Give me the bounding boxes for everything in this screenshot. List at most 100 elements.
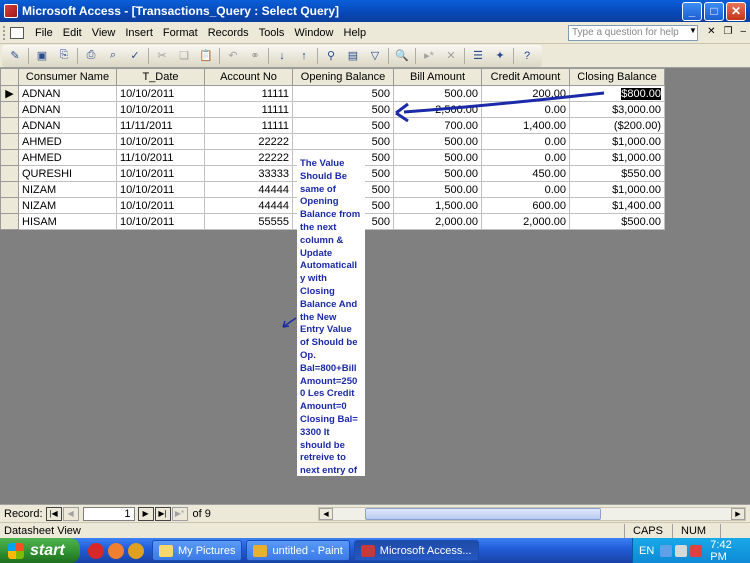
filter-by-form-icon[interactable]: ▤ (345, 48, 361, 64)
cell-closing-balance[interactable]: $800.00 (569, 85, 665, 102)
browser-icon[interactable] (128, 542, 144, 559)
menubar-grip[interactable] (3, 25, 7, 40)
column-header-opening-balance[interactable]: Opening Balance (292, 68, 394, 86)
cell-account-no[interactable]: 11111 (204, 117, 293, 134)
task-microsoft-access[interactable]: Microsoft Access... (353, 540, 479, 561)
cell-bill-amount[interactable]: 500.00 (393, 165, 482, 182)
menu-file[interactable]: File (30, 27, 58, 39)
cell-t-date[interactable]: 10/10/2011 (116, 85, 205, 102)
record-selector[interactable] (0, 165, 19, 182)
cell-consumer-name[interactable]: AHMED (18, 133, 117, 150)
cell-credit-amount[interactable]: 450.00 (481, 165, 570, 182)
cell-bill-amount[interactable]: 500.00 (393, 181, 482, 198)
cell-credit-amount[interactable]: 200.00 (481, 85, 570, 102)
cell-account-no[interactable]: 22222 (204, 149, 293, 166)
record-selector[interactable] (0, 149, 19, 166)
column-header-account-no[interactable]: Account No (204, 68, 293, 86)
find-icon[interactable]: 🔍 (394, 48, 410, 64)
menu-help[interactable]: Help (339, 27, 372, 39)
menu-view[interactable]: View (87, 27, 121, 39)
column-header-consumer-name[interactable]: Consumer Name (18, 68, 117, 86)
table-row[interactable]: ▶ ADNAN 10/10/2011 11111 500 500.00 200.00 $800… (0, 85, 665, 102)
horizontal-scrollbar[interactable]: ◀ ▶ (318, 507, 746, 521)
new-record-icon[interactable]: ▸* (421, 48, 437, 64)
print-preview-icon[interactable]: ⌕ (105, 48, 121, 64)
menu-tools[interactable]: Tools (254, 27, 290, 39)
cell-account-no[interactable]: 44444 (204, 181, 293, 198)
apply-filter-icon[interactable]: ▽ (367, 48, 383, 64)
export-icon[interactable]: ⎘ (56, 48, 72, 64)
volume-icon[interactable] (675, 544, 688, 557)
cell-account-no[interactable]: 44444 (204, 197, 293, 214)
cell-consumer-name[interactable]: NIZAM (18, 181, 117, 198)
menu-insert[interactable]: Insert (120, 27, 158, 39)
cell-closing-balance[interactable]: $1,400.00 (569, 197, 665, 214)
table-row[interactable]: ADNAN 11/11/2011 11111 500 700.00 1,400.00 ($2… (0, 117, 665, 134)
cell-credit-amount[interactable]: 2,000.00 (481, 213, 570, 230)
cell-bill-amount[interactable]: 500.00 (393, 149, 482, 166)
cell-account-no[interactable]: 22222 (204, 133, 293, 150)
cell-bill-amount[interactable]: 700.00 (393, 117, 482, 134)
column-header-bill-amount[interactable]: Bill Amount (393, 68, 482, 86)
record-selector[interactable] (0, 133, 19, 150)
cell-t-date[interactable]: 11/11/2011 (116, 117, 205, 134)
record-selector[interactable] (0, 213, 19, 230)
print-icon[interactable]: ⎙ (83, 48, 99, 64)
cell-closing-balance[interactable]: $3,000.00 (569, 101, 665, 118)
cell-bill-amount[interactable]: 500.00 (393, 85, 482, 102)
help-dropdown-icon[interactable]: ▼ (689, 26, 697, 35)
cell-t-date[interactable]: 11/10/2011 (116, 149, 205, 166)
cell-opening-balance[interactable]: 500 (292, 133, 394, 150)
sort-ascending-icon[interactable]: ↓ (274, 48, 290, 64)
last-record-button[interactable]: ▶| (154, 506, 171, 521)
start-button[interactable]: start (0, 538, 80, 563)
cell-closing-balance[interactable]: $1,000.00 (569, 181, 665, 198)
cell-consumer-name[interactable]: ADNAN (18, 101, 117, 118)
cell-t-date[interactable]: 10/10/2011 (116, 181, 205, 198)
record-selector[interactable] (0, 117, 19, 134)
opera-icon[interactable] (88, 542, 104, 559)
cell-bill-amount[interactable]: 500.00 (393, 133, 482, 150)
cell-opening-balance[interactable]: 500 (292, 117, 394, 134)
cell-account-no[interactable]: 11111 (204, 101, 293, 118)
cell-t-date[interactable]: 10/10/2011 (116, 165, 205, 182)
column-header-closing-balance[interactable]: Closing Balance (569, 68, 665, 86)
cell-t-date[interactable]: 10/10/2011 (116, 213, 205, 230)
cell-credit-amount[interactable]: 0.00 (481, 181, 570, 198)
cell-bill-amount[interactable]: 2,500.00 (393, 101, 482, 118)
mdi-close-icon[interactable]: ✕ (707, 26, 715, 37)
delete-record-icon[interactable]: ✕ (443, 48, 459, 64)
record-selector[interactable] (0, 197, 19, 214)
view-icon[interactable]: ✎ (7, 48, 23, 64)
mdi-minimize-icon[interactable]: – (740, 26, 746, 37)
cell-t-date[interactable]: 10/10/2011 (116, 197, 205, 214)
cell-t-date[interactable]: 10/10/2011 (116, 133, 205, 150)
media-player-icon[interactable] (108, 542, 124, 559)
sort-descending-icon[interactable]: ↑ (296, 48, 312, 64)
cell-account-no[interactable]: 55555 (204, 213, 293, 230)
clock[interactable]: 7:42 PM (710, 539, 750, 563)
cell-account-no[interactable]: 11111 (204, 85, 293, 102)
help-search-input[interactable]: Type a question for help (568, 25, 698, 41)
record-number-input[interactable]: 1 (82, 506, 135, 521)
menu-window[interactable]: Window (289, 27, 338, 39)
access-app-icon[interactable] (4, 4, 18, 18)
cell-consumer-name[interactable]: AHMED (18, 149, 117, 166)
mdi-restore-icon[interactable]: ❐ (723, 26, 732, 37)
scroll-left-icon[interactable]: ◀ (319, 508, 333, 520)
cell-consumer-name[interactable]: ADNAN (18, 85, 117, 102)
paste-icon[interactable]: 📋 (198, 48, 214, 64)
cell-opening-balance[interactable]: 500 (292, 101, 394, 118)
spelling-icon[interactable]: ✓ (127, 48, 143, 64)
cell-credit-amount[interactable]: 1,400.00 (481, 117, 570, 134)
copy-icon[interactable]: ❏ (176, 48, 192, 64)
cell-credit-amount[interactable]: 0.00 (481, 133, 570, 150)
network-icon[interactable] (660, 544, 673, 557)
cell-closing-balance[interactable]: $550.00 (569, 165, 665, 182)
scrollbar-thumb[interactable] (365, 508, 601, 520)
cell-consumer-name[interactable]: HISAM (18, 213, 117, 230)
cell-opening-balance[interactable]: 500 (292, 85, 394, 102)
language-indicator[interactable]: EN (639, 545, 654, 557)
cell-account-no[interactable]: 33333 (204, 165, 293, 182)
cell-closing-balance[interactable]: ($200.00) (569, 117, 665, 134)
